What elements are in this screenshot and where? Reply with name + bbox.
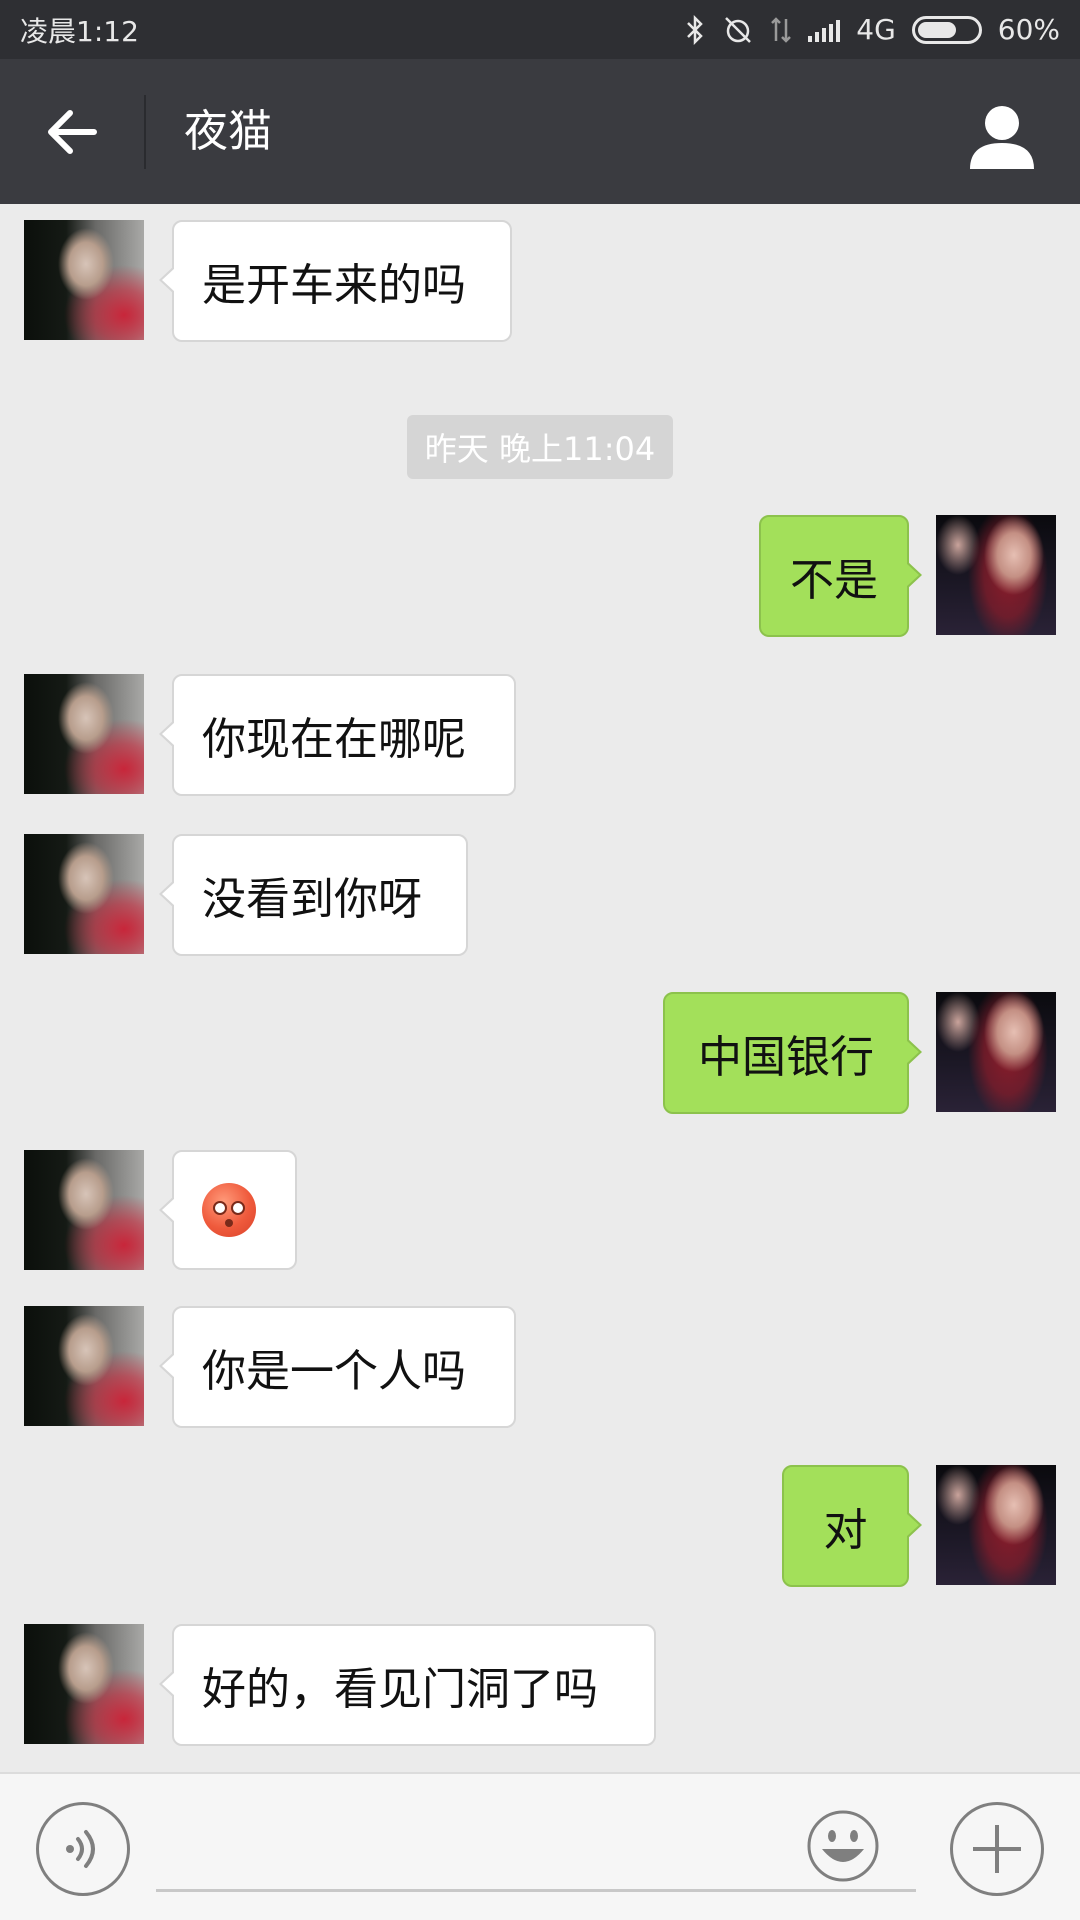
- voice-button[interactable]: [36, 1802, 130, 1896]
- status-bar: 凌晨1:12 4G 60%: [0, 0, 1080, 59]
- my-avatar[interactable]: [936, 1465, 1056, 1585]
- message-text: 你现在在哪呢: [202, 714, 466, 765]
- contact-avatar[interactable]: [24, 674, 144, 794]
- contact-avatar[interactable]: [24, 834, 144, 954]
- status-time: 凌晨1:12: [20, 14, 139, 48]
- plus-icon: [973, 1825, 1021, 1873]
- message-text: 对: [823, 1505, 868, 1556]
- message-input[interactable]: [156, 1804, 916, 1892]
- network-type: 4G: [856, 13, 896, 46]
- back-arrow-icon: [48, 110, 97, 154]
- alarm-off-icon: [725, 16, 752, 43]
- incoming-message[interactable]: 好的，看见门洞了吗: [159, 1624, 656, 1746]
- outgoing-message[interactable]: 中国银行: [663, 992, 922, 1114]
- message-text: 好的，看见门洞了吗: [202, 1664, 598, 1715]
- incoming-message[interactable]: 你现在在哪呢: [159, 674, 516, 796]
- flushed-face-emoji-icon: [202, 1183, 256, 1237]
- outgoing-message[interactable]: 对: [782, 1465, 922, 1587]
- profile-button[interactable]: [964, 99, 1040, 175]
- emoji-icon: [807, 1810, 879, 1882]
- my-avatar[interactable]: [936, 515, 1056, 635]
- contact-avatar[interactable]: [24, 1306, 144, 1426]
- message-text: 中国银行: [698, 1032, 874, 1083]
- bluetooth-icon: [687, 14, 704, 45]
- battery-icon: [911, 15, 982, 44]
- my-avatar[interactable]: [936, 992, 1056, 1112]
- contact-avatar[interactable]: [24, 220, 144, 340]
- data-arrows-icon: [771, 16, 792, 43]
- chat-title: 夜猫: [184, 106, 272, 157]
- header-divider: [144, 95, 146, 169]
- incoming-message[interactable]: 是开车来的吗: [159, 220, 512, 342]
- battery-percent: 60%: [997, 13, 1060, 46]
- contact-avatar[interactable]: [24, 1624, 144, 1744]
- profile-icon: [970, 106, 1034, 169]
- incoming-message[interactable]: [159, 1150, 297, 1270]
- input-bar: [0, 1772, 1080, 1920]
- message-timestamp: 昨天 晚上11:04: [407, 415, 673, 479]
- message-text: 不是: [790, 555, 878, 606]
- signal-icon: [808, 18, 841, 42]
- more-button[interactable]: [950, 1802, 1044, 1896]
- message-text: 你是一个人吗: [202, 1346, 466, 1397]
- chat-header: 夜猫: [0, 59, 1080, 204]
- status-icons: 4G 60%: [684, 13, 1060, 46]
- contact-avatar[interactable]: [24, 1150, 144, 1270]
- incoming-message[interactable]: 没看到你呀: [159, 834, 468, 956]
- incoming-message[interactable]: 你是一个人吗: [159, 1306, 516, 1428]
- back-button[interactable]: [32, 97, 112, 167]
- voice-icon: [66, 1830, 95, 1868]
- chat-area[interactable]: 是开车来的吗 昨天 晚上11:04 不是 你现在在哪呢 没看到你呀 中国银行 你…: [0, 204, 1080, 1772]
- emoji-button[interactable]: [806, 1809, 880, 1883]
- outgoing-message[interactable]: 不是: [759, 515, 922, 637]
- message-text: 是开车来的吗: [202, 260, 466, 311]
- message-text: 没看到你呀: [202, 874, 422, 925]
